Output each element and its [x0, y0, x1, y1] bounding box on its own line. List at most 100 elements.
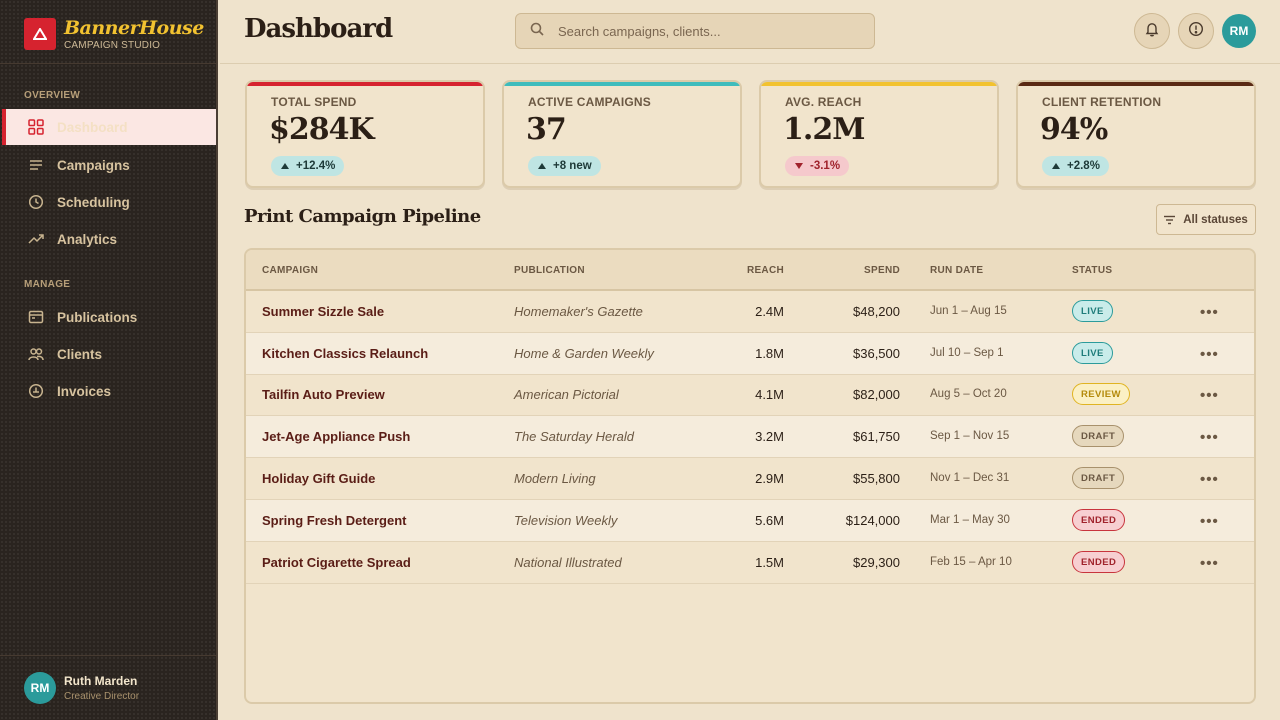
arrow-down-icon [795, 163, 803, 169]
more-actions-icon[interactable]: ••• [1200, 471, 1219, 488]
stat-change: +12.4% [296, 160, 336, 172]
card-accent-bar [761, 82, 997, 86]
avatar[interactable]: RM [1222, 14, 1256, 48]
stat-change-badge: +12.4% [271, 156, 345, 176]
page-title: Dashboard [244, 14, 393, 44]
sidebar-item-label: Publications [57, 309, 138, 325]
stat-change-badge: +8 new [528, 156, 601, 176]
trend-icon [28, 231, 44, 247]
table-row[interactable]: Spring Fresh Detergent Television Weekly… [246, 500, 1254, 542]
sidebar-item-analytics[interactable]: Analytics [2, 221, 216, 257]
sidebar-item-label: Analytics [57, 231, 118, 247]
run-date: Nov 1 – Dec 31 [930, 472, 1010, 484]
campaign-name[interactable]: Kitchen Classics Relaunch [262, 346, 428, 361]
campaign-name[interactable]: Tailfin Auto Preview [262, 387, 385, 402]
stat-value: 94% [1040, 112, 1108, 147]
alerts-button[interactable] [1178, 13, 1214, 49]
campaign-name[interactable]: Patriot Cigarette Spread [262, 555, 411, 570]
more-actions-icon[interactable]: ••• [1200, 304, 1219, 321]
reach-value: 2.4M [755, 304, 784, 319]
stat-card-active-campaigns: ACTIVE CAMPAIGNS 37 +8 new [502, 80, 742, 188]
stat-value: $284K [269, 112, 375, 147]
status-badge: DRAFT [1072, 467, 1125, 489]
status-badge: LIVE [1072, 300, 1113, 322]
table-row[interactable]: Kitchen Classics Relaunch Home & Garden … [246, 333, 1254, 375]
user-profile[interactable]: RM Ruth Marden Creative Director [24, 672, 139, 704]
publication-name: Television Weekly [514, 513, 618, 528]
publication-name: Modern Living [514, 471, 596, 486]
publication-name: Homemaker's Gazette [514, 304, 643, 319]
sidebar-item-scheduling[interactable]: Scheduling [2, 184, 216, 220]
run-date: Jun 1 – Aug 15 [930, 305, 1007, 317]
table-row[interactable]: Jet-Age Appliance Push The Saturday Hera… [246, 416, 1254, 458]
column-header-reach[interactable]: REACH [747, 265, 784, 276]
column-header-status[interactable]: STATUS [1072, 265, 1112, 276]
column-header-campaign[interactable]: CAMPAIGN [262, 265, 318, 276]
stat-value: 1.2M [783, 112, 865, 147]
column-header-publication[interactable]: PUBLICATION [514, 265, 585, 276]
table-row[interactable]: Summer Sizzle Sale Homemaker's Gazette 2… [246, 291, 1254, 333]
bell-icon [1144, 21, 1160, 42]
stat-change: -3.1% [810, 160, 841, 172]
card-accent-bar [504, 82, 740, 86]
card-accent-bar [1018, 82, 1254, 86]
avatar: RM [24, 672, 56, 704]
reach-value: 5.6M [755, 513, 784, 528]
more-actions-icon[interactable]: ••• [1200, 387, 1219, 404]
campaign-name[interactable]: Spring Fresh Detergent [262, 513, 406, 528]
status-badge: ENDED [1072, 551, 1126, 573]
publication-name: The Saturday Herald [514, 429, 634, 444]
search-box[interactable] [515, 13, 875, 49]
clock-icon [28, 194, 44, 210]
sidebar-item-campaigns[interactable]: Campaigns [2, 147, 216, 183]
spend-value: $82,000 [853, 387, 900, 402]
search-icon [530, 22, 544, 41]
sidebar: BannerHouse CAMPAIGN STUDIO OVERVIEW Das… [0, 0, 218, 720]
list-icon [28, 157, 44, 173]
user-name: Ruth Marden [64, 674, 138, 688]
table-header: CAMPAIGN PUBLICATION REACH SPEND RUN DAT… [246, 250, 1254, 291]
stat-card-client-retention: CLIENT RETENTION 94% +2.8% [1016, 80, 1256, 188]
sidebar-item-clients[interactable]: Clients [2, 336, 216, 372]
pipeline-table: CAMPAIGN PUBLICATION REACH SPEND RUN DAT… [244, 248, 1256, 704]
status-filter-button[interactable]: All statuses [1156, 204, 1256, 235]
brand-name: BannerHouse [64, 16, 204, 39]
publication-name: National Illustrated [514, 555, 622, 570]
table-row[interactable]: Tailfin Auto Preview American Pictorial … [246, 374, 1254, 416]
column-header-run-date[interactable]: RUN DATE [930, 265, 983, 276]
publication-name: American Pictorial [514, 387, 619, 402]
sidebar-item-invoices[interactable]: Invoices [2, 373, 216, 409]
campaign-name[interactable]: Holiday Gift Guide [262, 471, 375, 486]
more-actions-icon[interactable]: ••• [1200, 555, 1219, 572]
reach-value: 4.1M [755, 387, 784, 402]
table-row[interactable]: Patriot Cigarette Spread National Illust… [246, 542, 1254, 584]
more-actions-icon[interactable]: ••• [1200, 513, 1219, 530]
brand[interactable]: BannerHouse CAMPAIGN STUDIO [24, 14, 204, 54]
section-title: Print Campaign Pipeline [244, 206, 481, 227]
notifications-button[interactable] [1134, 13, 1170, 49]
reach-value: 1.8M [755, 346, 784, 361]
grid-icon [28, 119, 44, 135]
stat-card-avg-reach: AVG. REACH 1.2M -3.1% [759, 80, 999, 188]
column-header-spend[interactable]: SPEND [864, 265, 900, 276]
table-row[interactable]: Holiday Gift Guide Modern Living 2.9M $5… [246, 458, 1254, 500]
sidebar-item-publications[interactable]: Publications [2, 299, 216, 335]
reach-value: 3.2M [755, 429, 784, 444]
stat-value: 37 [526, 112, 567, 147]
campaign-name[interactable]: Summer Sizzle Sale [262, 304, 384, 319]
sidebar-item-dashboard[interactable]: Dashboard [2, 109, 216, 145]
more-actions-icon[interactable]: ••• [1200, 346, 1219, 363]
brand-logo-icon [24, 18, 56, 50]
campaign-name[interactable]: Jet-Age Appliance Push [262, 429, 410, 444]
more-actions-icon[interactable]: ••• [1200, 429, 1219, 446]
search-input[interactable] [558, 23, 848, 39]
run-date: Aug 5 – Oct 20 [930, 388, 1007, 400]
arrow-up-icon [538, 163, 546, 169]
publication-name: Home & Garden Weekly [514, 346, 654, 361]
spend-value: $61,750 [853, 429, 900, 444]
stat-change: +2.8% [1067, 160, 1100, 172]
run-date: Sep 1 – Nov 15 [930, 430, 1010, 442]
spend-value: $29,300 [853, 555, 900, 570]
run-date: Feb 15 – Apr 10 [930, 556, 1012, 568]
status-badge: ENDED [1072, 509, 1126, 531]
